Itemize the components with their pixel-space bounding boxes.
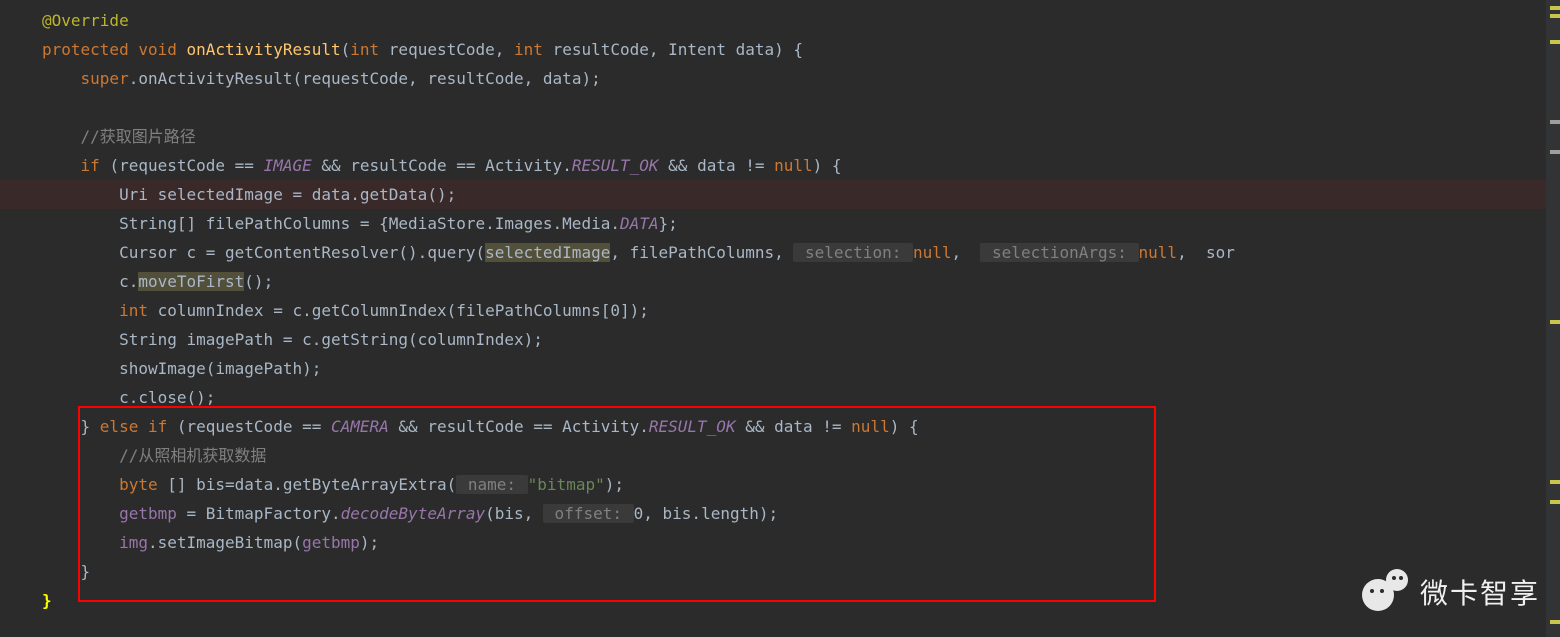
- marker-stripe[interactable]: [1546, 0, 1560, 637]
- marker[interactable]: [1550, 120, 1560, 124]
- code-line: }: [0, 586, 1560, 615]
- code-line: if (requestCode == IMAGE && resultCode =…: [0, 151, 1560, 180]
- watermark-text: 微卡智享: [1420, 579, 1540, 608]
- code-line: img.setImageBitmap(getbmp);: [0, 528, 1560, 557]
- annotation: @Override: [42, 11, 129, 30]
- code-line: [0, 93, 1560, 122]
- code-line: c.moveToFirst();: [0, 267, 1560, 296]
- warning-marker[interactable]: [1550, 6, 1560, 10]
- matched-brace: }: [42, 591, 52, 610]
- code-line: protected void onActivityResult(int requ…: [0, 35, 1560, 64]
- code-editor[interactable]: @Override protected void onActivityResul…: [0, 0, 1560, 615]
- code-line: getbmp = BitmapFactory.decodeByteArray(b…: [0, 499, 1560, 528]
- warning-marker[interactable]: [1550, 40, 1560, 44]
- vertical-scrollbar[interactable]: [1546, 0, 1560, 637]
- param-hint: name:: [456, 475, 527, 494]
- code-line: c.close();: [0, 383, 1560, 412]
- code-line: Cursor c = getContentResolver().query(se…: [0, 238, 1560, 267]
- wechat-icon: [1362, 569, 1410, 617]
- code-line: }: [0, 557, 1560, 586]
- param-hint: offset:: [543, 504, 634, 523]
- code-line: byte [] bis=data.getByteArrayExtra( name…: [0, 470, 1560, 499]
- warning-marker[interactable]: [1550, 320, 1560, 324]
- marker[interactable]: [1550, 150, 1560, 154]
- param-hint: selectionArgs:: [980, 243, 1138, 262]
- code-line: Uri selectedImage = data.getData();: [0, 180, 1560, 209]
- watermark: 微卡智享: [1362, 569, 1540, 617]
- warning-marker[interactable]: [1550, 500, 1560, 504]
- code-line: //从照相机获取数据: [0, 441, 1560, 470]
- code-line: //获取图片路径: [0, 122, 1560, 151]
- code-line: super.onActivityResult(requestCode, resu…: [0, 64, 1560, 93]
- code-line: int columnIndex = c.getColumnIndex(fileP…: [0, 296, 1560, 325]
- warning-marker[interactable]: [1550, 14, 1560, 18]
- code-line: String imagePath = c.getString(columnInd…: [0, 325, 1560, 354]
- code-line: } else if (requestCode == CAMERA && resu…: [0, 412, 1560, 441]
- code-line: String[] filePathColumns = {MediaStore.I…: [0, 209, 1560, 238]
- code-line: @Override: [0, 6, 1560, 35]
- warning-marker[interactable]: [1550, 620, 1560, 624]
- param-hint: selection:: [793, 243, 913, 262]
- warning-marker[interactable]: [1550, 480, 1560, 484]
- code-line: showImage(imagePath);: [0, 354, 1560, 383]
